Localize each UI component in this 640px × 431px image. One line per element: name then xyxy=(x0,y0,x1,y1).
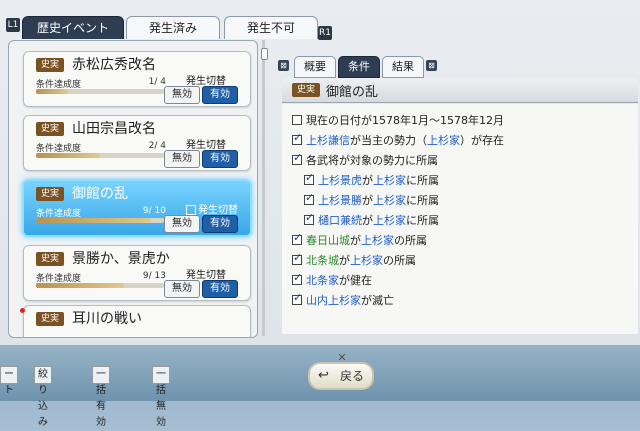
progress-value: 9/ 13 xyxy=(142,271,166,281)
tab-overview[interactable]: 概要 xyxy=(294,56,336,78)
disable-button[interactable]: 無効 xyxy=(164,280,200,298)
tab-results[interactable]: 結果 xyxy=(382,56,424,78)
back-arrow-icon: ↩ xyxy=(318,368,329,383)
detail-title: 御館の乱 xyxy=(326,85,379,100)
condition-list: 現在の日付が1578年1月～1578年12月 上杉謙信が当主の勢力（上杉家）が存… xyxy=(282,104,638,334)
condition-checkbox xyxy=(292,231,302,245)
condition-checkbox xyxy=(292,115,302,125)
enable-button[interactable]: 有効 xyxy=(202,86,238,104)
event-title: 耳川の戦い xyxy=(72,311,142,327)
condition-item: 北条家が健在 xyxy=(292,271,372,288)
condition-item: 上杉景虎が上杉家に所属 xyxy=(304,171,439,188)
condition-item: 春日山城が上杉家の所属 xyxy=(292,231,427,248)
filter-button[interactable]: 絞り込み xyxy=(34,366,52,428)
history-badge: 史実 xyxy=(36,122,64,136)
back-button[interactable]: ↩ 戻る xyxy=(308,362,374,390)
condition-item: 山内上杉家が滅亡 xyxy=(292,291,394,308)
scrollbar-thumb[interactable] xyxy=(261,48,268,60)
event-title: 赤松広秀改名 xyxy=(72,57,156,73)
nav-right-icon: ⊠ xyxy=(426,60,437,71)
enable-all-button[interactable]: 一括有効 xyxy=(92,366,110,428)
event-card-mimikawa[interactable]: 史実 耳川の戦い xyxy=(23,305,251,337)
progress-value: 2/ 4 xyxy=(148,141,166,151)
condition-checkbox xyxy=(304,211,314,225)
new-indicator-icon xyxy=(20,308,25,313)
condition-checkbox xyxy=(292,131,302,145)
condition-item: 上杉景勝が上杉家に所属 xyxy=(304,191,439,208)
history-badge: 史実 xyxy=(36,312,64,326)
sort-button[interactable]: ート xyxy=(0,366,18,396)
condition-checkbox xyxy=(292,251,302,265)
condition-item: 現在の日付が1578年1月～1578年12月 xyxy=(292,112,504,128)
disable-button[interactable]: 無効 xyxy=(164,86,200,104)
detail-panel: ⊠ 概要 条件 結果 ⊠ 史実 御館の乱 現在の日付が1578年1月～1578年… xyxy=(276,48,640,336)
tab-impossible[interactable]: 発生不可 xyxy=(224,16,318,39)
history-badge: 史実 xyxy=(292,83,320,97)
r1-shortcut-icon: R1 xyxy=(318,26,332,40)
scrollbar[interactable] xyxy=(262,40,265,336)
toggle-label: 発生切替 xyxy=(186,76,226,87)
event-title: 景勝か、景虎か xyxy=(72,251,170,267)
condition-item: 樋口兼続が上杉家に所属 xyxy=(304,211,439,228)
disable-button[interactable]: 無効 xyxy=(164,215,200,233)
toggle-label: 発生切替 xyxy=(186,270,226,281)
event-list: 史実 赤松広秀改名 条件達成度 1/ 4 発生切替 無効 有効 史実 山田宗昌改… xyxy=(8,40,258,338)
progress-value: 1/ 4 xyxy=(148,77,166,87)
condition-checkbox xyxy=(292,291,302,305)
condition-item: 北条城が上杉家の所属 xyxy=(292,251,416,268)
condition-item: 上杉謙信が当主の勢力（上杉家）が存在 xyxy=(292,131,504,148)
progress-value: 9/ 10 xyxy=(142,206,166,216)
disable-button[interactable]: 無効 xyxy=(164,150,200,168)
toggle-checkbox[interactable] xyxy=(186,205,196,215)
progress-bar xyxy=(36,283,164,288)
event-title: 山田宗昌改名 xyxy=(72,121,156,137)
condition-item: 各武将が対象の勢力に所属 xyxy=(292,151,438,168)
l1-shortcut-icon: L1 xyxy=(6,18,20,32)
enable-button[interactable]: 有効 xyxy=(202,150,238,168)
tab-history-events[interactable]: 歴史イベント xyxy=(22,16,124,39)
event-card-otate[interactable]: 史実 御館の乱 条件達成度 9/ 10 発生切替 無効 有効 xyxy=(22,179,252,237)
event-title: 御館の乱 xyxy=(72,186,128,202)
tab-conditions[interactable]: 条件 xyxy=(338,56,380,78)
nav-left-icon: ⊠ xyxy=(278,60,289,71)
enable-button[interactable]: 有効 xyxy=(202,280,238,298)
event-card-yamada[interactable]: 史実 山田宗昌改名 条件達成度 2/ 4 発生切替 無効 有効 xyxy=(23,115,251,171)
event-card-kagekatsu[interactable]: 史実 景勝か、景虎か 条件達成度 9/ 13 発生切替 無効 有効 xyxy=(23,245,251,301)
condition-checkbox xyxy=(292,271,302,285)
toggle-label: 発生切替 xyxy=(186,140,226,151)
progress-bar xyxy=(36,89,164,94)
history-badge: 史実 xyxy=(36,58,64,72)
toggle-label: 発生切替 xyxy=(186,201,238,216)
detail-header: 史実 御館の乱 xyxy=(282,78,638,103)
disable-all-button[interactable]: 一括無効 xyxy=(152,366,170,428)
history-badge: 史実 xyxy=(36,187,64,201)
back-label: 戻る xyxy=(340,369,365,383)
condition-checkbox xyxy=(304,191,314,205)
progress-bar xyxy=(36,218,164,223)
condition-checkbox xyxy=(292,151,302,165)
enable-button[interactable]: 有効 xyxy=(202,215,238,233)
tab-occurred[interactable]: 発生済み xyxy=(126,16,220,39)
history-badge: 史実 xyxy=(36,252,64,266)
event-card-akamatsu[interactable]: 史実 赤松広秀改名 条件達成度 1/ 4 発生切替 無効 有効 xyxy=(23,51,251,107)
condition-checkbox xyxy=(304,171,314,185)
progress-bar xyxy=(36,153,164,158)
